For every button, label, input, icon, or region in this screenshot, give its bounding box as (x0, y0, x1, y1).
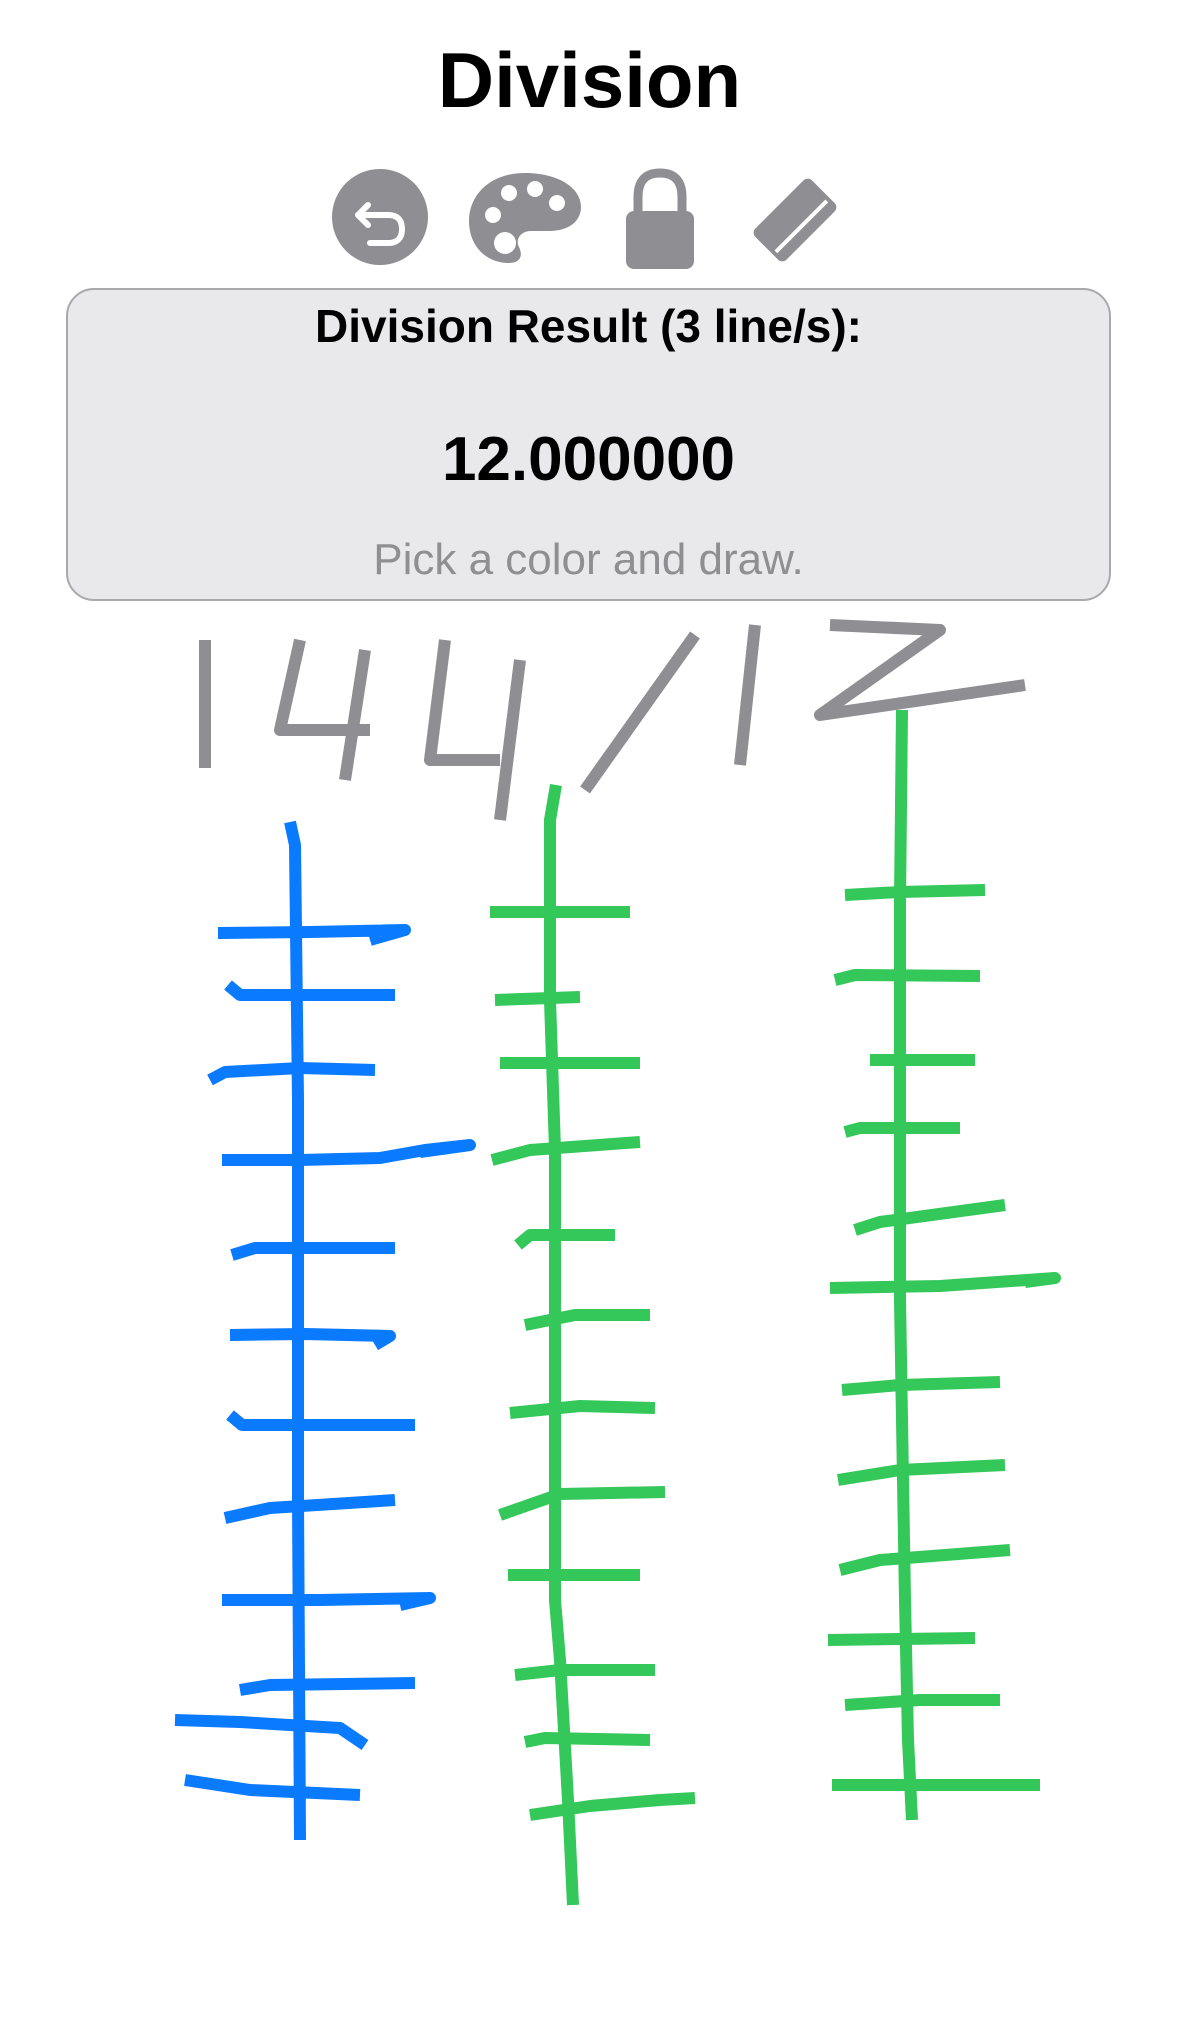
lock-icon (626, 168, 694, 269)
palette-button[interactable] (465, 165, 585, 275)
result-heading: Division Result (3 line/s): (315, 300, 862, 352)
blue-tally (174, 820, 476, 1841)
undo-button[interactable] (330, 165, 430, 275)
drawing-surface[interactable] (0, 610, 1179, 2012)
toolbar (0, 165, 1179, 275)
lock-button[interactable] (620, 165, 700, 275)
result-value: 12.000000 (441, 425, 736, 494)
eraser-button[interactable] (745, 165, 845, 275)
eraser-icon (753, 178, 837, 262)
result-hint: Pick a color and draw. (373, 535, 804, 584)
page-title: Division (437, 36, 742, 124)
result-panel: Division Result (3 line/s): 12.000000 Pi… (66, 288, 1111, 601)
drawing-canvas[interactable] (0, 610, 1179, 2012)
undo-icon (332, 169, 428, 265)
green-tally-2 (827, 709, 1061, 1821)
green-tally-1 (490, 783, 696, 1906)
palette-icon (469, 173, 581, 263)
